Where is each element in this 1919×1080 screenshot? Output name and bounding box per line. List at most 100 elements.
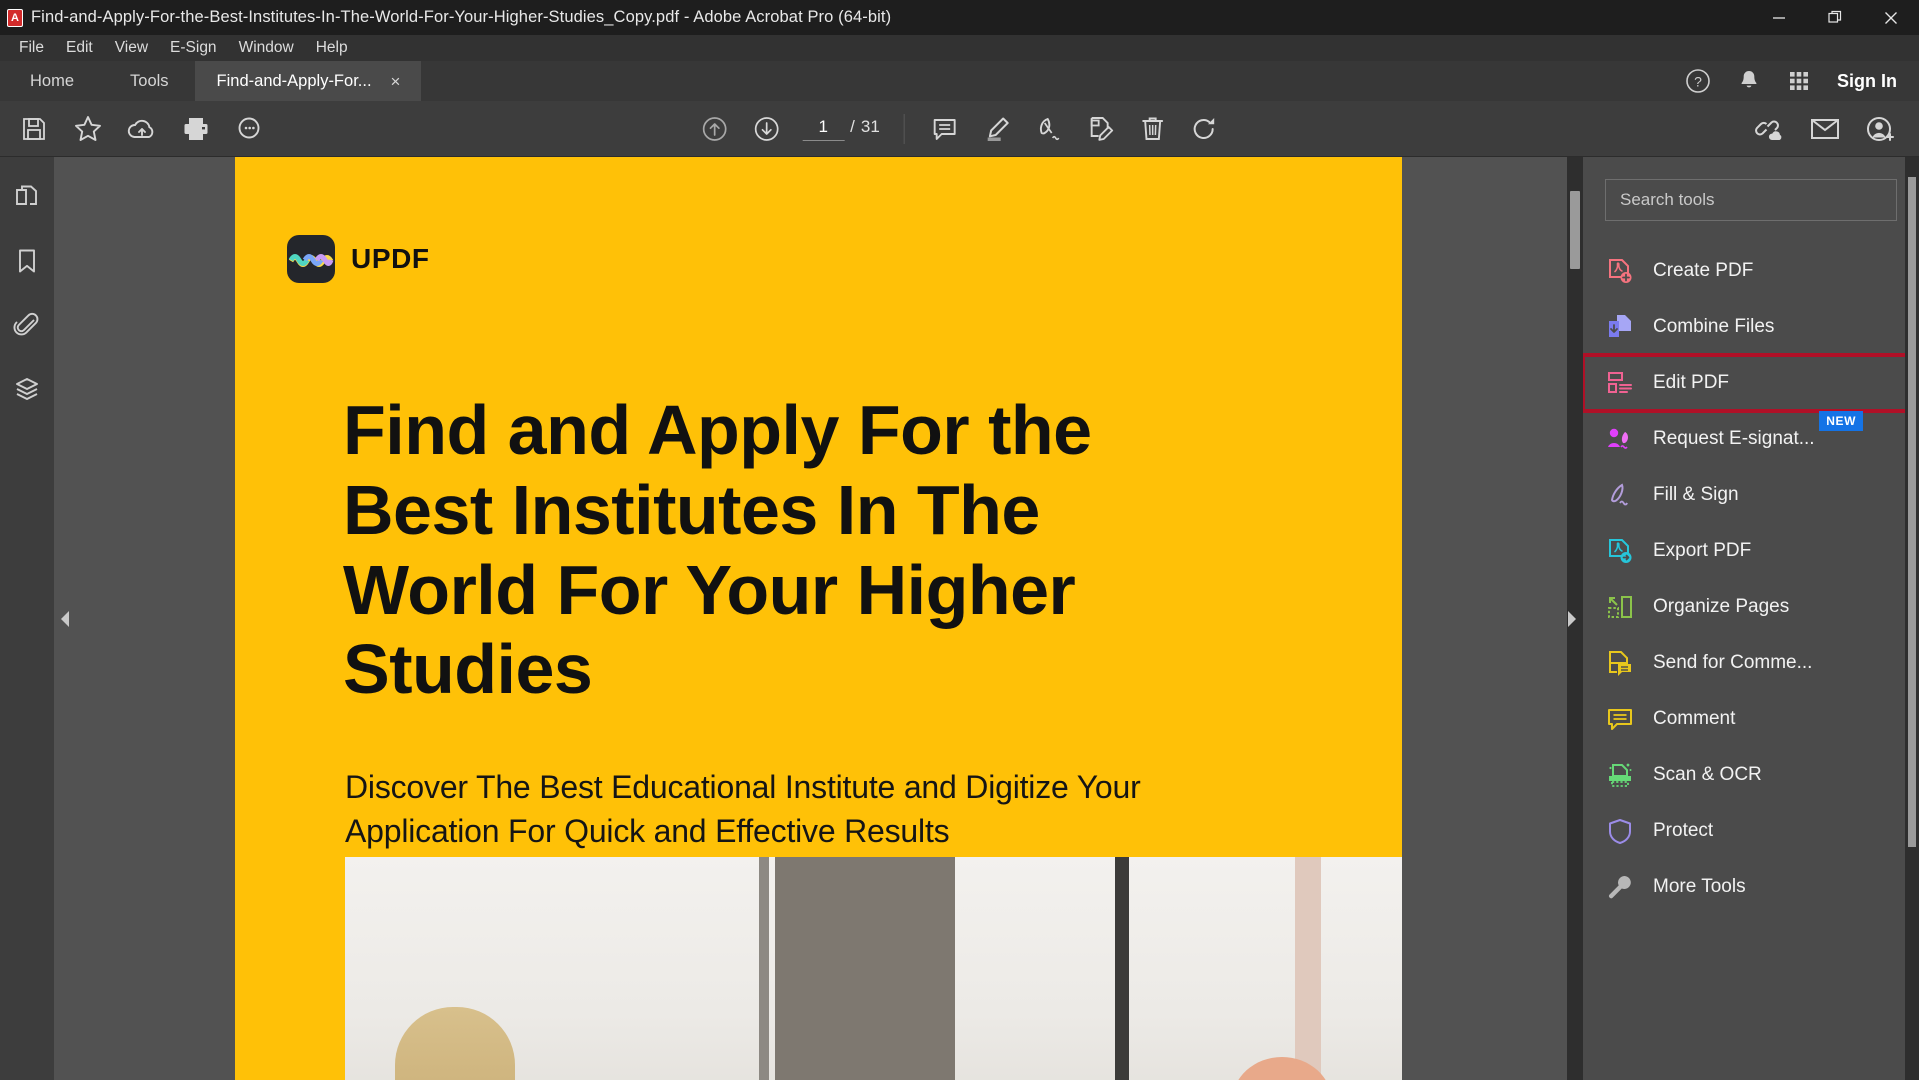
- tool-label: Export PDF: [1653, 540, 1751, 562]
- workspace: UPDF Find and Apply For the Best Institu…: [0, 157, 1919, 1080]
- updf-wordmark: UPDF: [351, 243, 430, 275]
- tab-tools-label: Tools: [130, 72, 169, 91]
- request-esign-icon: [1605, 424, 1635, 454]
- total-pages: 31: [859, 117, 880, 137]
- protect-shield-icon: [1605, 816, 1635, 846]
- notification-bell-icon[interactable]: [1737, 68, 1761, 94]
- tool-item-edit-pdf[interactable]: Edit PDF: [1583, 355, 1919, 411]
- page-separator: /: [848, 117, 855, 137]
- tool-label: Protect: [1653, 820, 1713, 842]
- star-icon[interactable]: [62, 106, 114, 152]
- close-button[interactable]: [1863, 0, 1919, 35]
- tool-item-more-tools[interactable]: More Tools: [1583, 859, 1919, 915]
- toolbar-left-group: [0, 106, 276, 152]
- tool-label: Request E-signat...: [1653, 428, 1815, 450]
- tool-item-organize-pages[interactable]: Organize Pages: [1583, 579, 1919, 635]
- collapse-left-panel-handle[interactable]: [54, 596, 76, 642]
- user-add-icon[interactable]: [1855, 106, 1907, 152]
- rotate-clockwise-icon[interactable]: [1179, 106, 1231, 152]
- menu-file[interactable]: File: [8, 37, 55, 59]
- layers-icon[interactable]: [7, 371, 47, 407]
- organize-pages-icon: [1605, 592, 1635, 622]
- pdf-page: UPDF Find and Apply For the Best Institu…: [235, 157, 1402, 1080]
- tool-item-send-for-comments[interactable]: Send for Comme...: [1583, 635, 1919, 691]
- close-icon[interactable]: ×: [388, 71, 404, 92]
- search-icon[interactable]: [224, 106, 276, 152]
- tool-item-comment[interactable]: Comment: [1583, 691, 1919, 747]
- window-controls: [1751, 0, 1919, 35]
- tool-label: Combine Files: [1653, 316, 1774, 338]
- sign-in-button[interactable]: Sign In: [1837, 71, 1897, 92]
- main-toolbar: / 31: [0, 101, 1919, 157]
- menu-view[interactable]: View: [104, 37, 159, 59]
- menu-esign[interactable]: E-Sign: [159, 37, 228, 59]
- document-viewer[interactable]: UPDF Find and Apply For the Best Institu…: [54, 157, 1583, 1080]
- arrow-down-circle-icon[interactable]: [740, 106, 792, 152]
- acrobat-logo-icon: [7, 9, 23, 27]
- tools-panel-scrollbar[interactable]: [1905, 157, 1919, 1080]
- tool-item-protect[interactable]: Protect: [1583, 803, 1919, 859]
- cloud-upload-icon[interactable]: [116, 106, 168, 152]
- combine-files-icon: [1605, 312, 1635, 342]
- status-badge-new: NEW: [1819, 411, 1863, 431]
- tab-home-label: Home: [30, 72, 74, 91]
- bookmark-icon[interactable]: [7, 243, 47, 279]
- link-cloud-icon[interactable]: [1743, 106, 1795, 152]
- menu-window[interactable]: Window: [228, 37, 305, 59]
- comment-bubble-icon[interactable]: [919, 106, 971, 152]
- tool-label: Scan & OCR: [1653, 764, 1762, 786]
- tab-document[interactable]: Find-and-Apply-For... ×: [195, 61, 422, 101]
- help-circle-icon[interactable]: ?: [1685, 68, 1711, 94]
- tool-label: More Tools: [1653, 876, 1746, 898]
- page-number-input[interactable]: [802, 117, 844, 141]
- app-grid-icon[interactable]: [1787, 69, 1811, 93]
- tab-bar-actions: ? Sign In: [1685, 61, 1919, 101]
- tool-item-scan-and-ocr[interactable]: Scan & OCR: [1583, 747, 1919, 803]
- menu-help[interactable]: Help: [305, 37, 359, 59]
- tools-panel-scrollbar-thumb[interactable]: [1908, 177, 1916, 847]
- pages-copy-icon[interactable]: [7, 179, 47, 215]
- tool-label: Organize Pages: [1653, 596, 1789, 618]
- export-pdf-icon: [1605, 536, 1635, 566]
- fountain-pen-sign-icon[interactable]: [1023, 106, 1075, 152]
- envelope-icon[interactable]: [1799, 106, 1851, 152]
- tab-bar: Home Tools Find-and-Apply-For... × ?: [0, 61, 1919, 101]
- tool-item-combine-files[interactable]: Combine Files: [1583, 299, 1919, 355]
- tool-label: Edit PDF: [1653, 372, 1729, 394]
- printer-icon[interactable]: [170, 106, 222, 152]
- restore-button[interactable]: [1807, 0, 1863, 35]
- menu-bar: File Edit View E-Sign Window Help: [0, 35, 1919, 61]
- paperclip-icon[interactable]: [7, 307, 47, 343]
- tab-tools[interactable]: Tools: [104, 61, 195, 101]
- page-navigation: / 31: [802, 117, 880, 141]
- document-scrollbar-thumb[interactable]: [1570, 191, 1580, 269]
- tool-item-fill-and-sign[interactable]: Fill & Sign: [1583, 467, 1919, 523]
- menu-edit[interactable]: Edit: [55, 37, 104, 59]
- arrow-up-circle-icon[interactable]: [688, 106, 740, 152]
- tab-document-label: Find-and-Apply-For...: [217, 72, 372, 91]
- more-tools-wrench-icon: [1605, 872, 1635, 902]
- tool-item-export-pdf[interactable]: Export PDF: [1583, 523, 1919, 579]
- expand-right-panel-handle[interactable]: [1561, 596, 1583, 642]
- search-tools-input[interactable]: [1605, 179, 1897, 221]
- trash-icon[interactable]: [1127, 106, 1179, 152]
- highlighter-icon[interactable]: [971, 106, 1023, 152]
- updf-logo-icon: [287, 235, 335, 283]
- tool-item-create-pdf[interactable]: Create PDF: [1583, 243, 1919, 299]
- page-edit-icon[interactable]: [1075, 106, 1127, 152]
- save-button[interactable]: [8, 106, 60, 152]
- tab-home[interactable]: Home: [0, 61, 104, 101]
- tool-label: Comment: [1653, 708, 1735, 730]
- edit-pdf-icon: [1605, 368, 1635, 398]
- tools-search-wrapper: [1583, 179, 1919, 221]
- document-subheading: Discover The Best Educational Institute …: [345, 766, 1195, 853]
- create-pdf-icon: [1605, 256, 1635, 286]
- scan-ocr-icon: [1605, 760, 1635, 790]
- tools-list: Create PDF Combine Files: [1583, 243, 1919, 1080]
- tool-item-request-esignature[interactable]: Request E-signat... NEW: [1583, 411, 1919, 467]
- document-hero-photo: [345, 857, 1402, 1080]
- minimize-button[interactable]: [1751, 0, 1807, 35]
- send-for-comment-icon: [1605, 648, 1635, 678]
- updf-branding: UPDF: [287, 235, 1402, 283]
- window-title: Find-and-Apply-For-the-Best-Institutes-I…: [31, 8, 891, 27]
